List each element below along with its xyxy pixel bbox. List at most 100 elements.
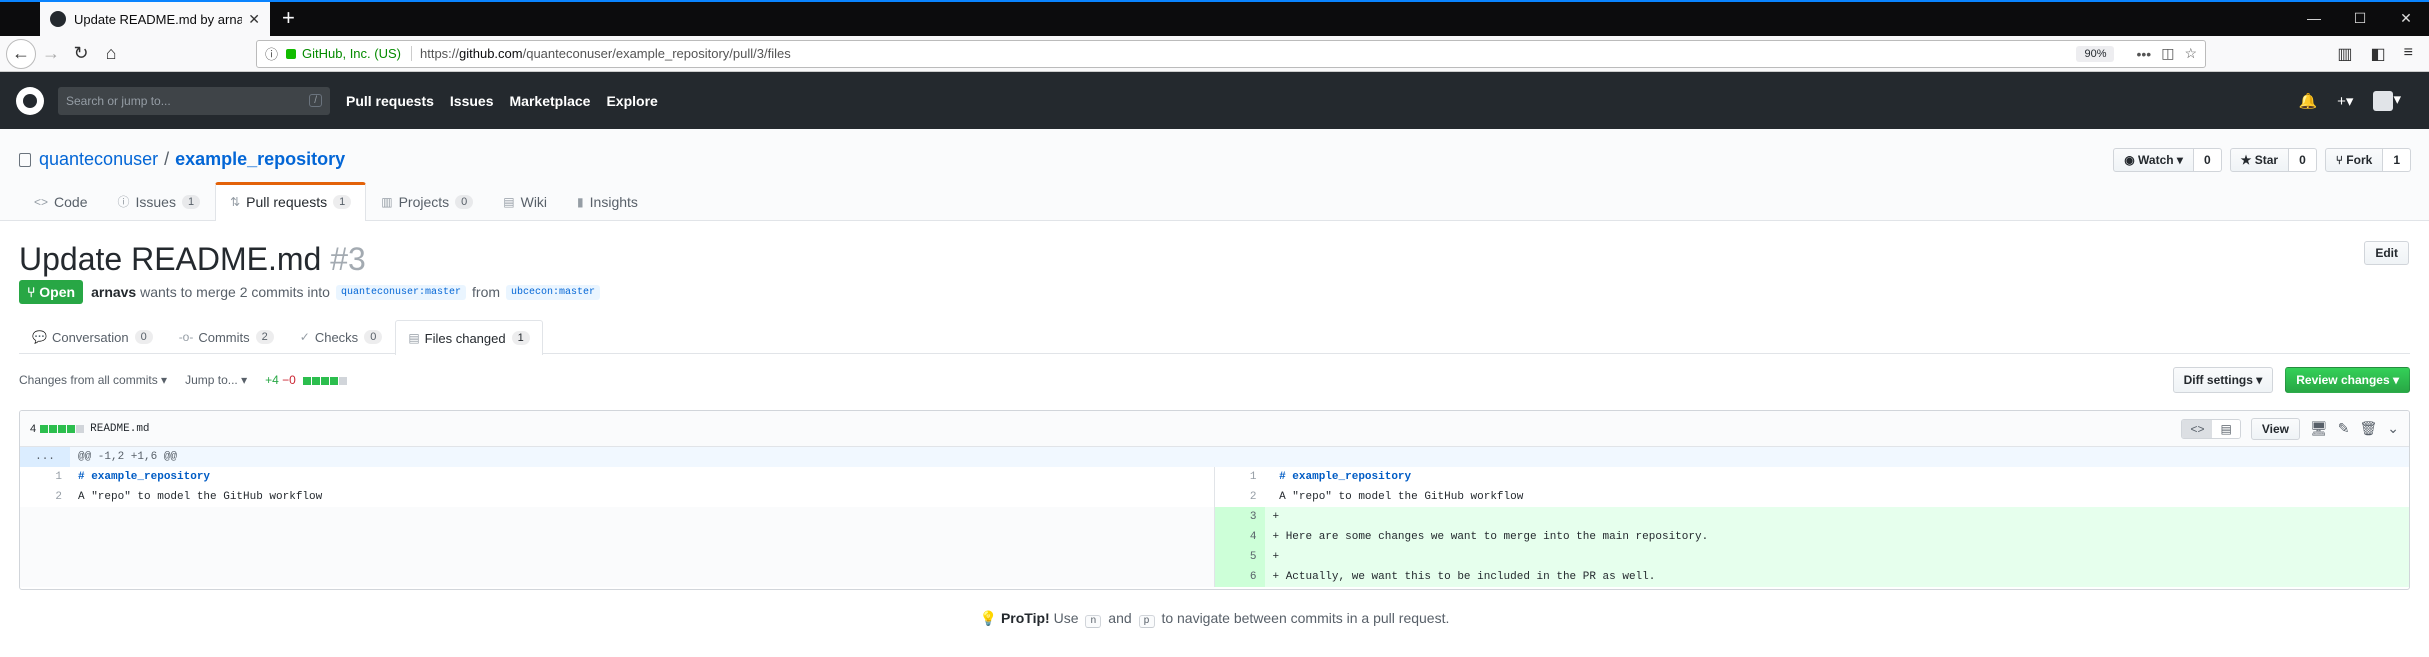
protip: 💡 ProTip! Use n and p to navigate betwee… — [0, 610, 2429, 628]
jump-to-dropdown[interactable]: Jump to... ▾ — [185, 373, 247, 387]
view-file-button[interactable]: View — [2250, 417, 2300, 440]
line-number[interactable]: 3 — [1214, 507, 1265, 527]
url-prefix: https:// — [419, 46, 460, 61]
added-line: + Actually, we want this to be included … — [1264, 567, 2409, 587]
home-icon[interactable]: ⌂ — [96, 39, 126, 69]
reload-icon[interactable]: ↻ — [66, 39, 96, 69]
rich-diff-icon[interactable]: ▤ — [2212, 419, 2240, 438]
pr-author[interactable]: arnavs — [91, 284, 136, 300]
browser-tab[interactable]: Update README.md by arnavs ✕ — [40, 2, 270, 36]
graph-icon: ▮ — [577, 194, 584, 209]
page-actions-icon[interactable]: ••• — [2136, 46, 2151, 62]
diff-settings-button[interactable]: Diff settings ▾ — [2172, 367, 2274, 393]
tab-pull-requests[interactable]: ⇅ Pull requests 1 — [215, 182, 367, 221]
create-new-plus-icon[interactable]: +▾ — [2337, 92, 2353, 110]
protip-and: and — [1108, 610, 1132, 626]
watch-button[interactable]: ◉ Watch ▾ — [2113, 148, 2194, 172]
library-icon[interactable]: ▥ — [2337, 44, 2352, 64]
fork-icon: ⑂ — [2335, 153, 2347, 167]
head-branch[interactable]: ubcecon:master — [506, 284, 601, 300]
tab-conversation-label: Conversation — [51, 329, 129, 345]
nav-pull-requests[interactable]: Pull requests — [346, 93, 434, 109]
protip-use: Use — [1053, 610, 1079, 626]
line-number[interactable]: 6 — [1214, 567, 1265, 587]
tab-projects[interactable]: ▥ Projects 0 — [366, 182, 488, 221]
commit-icon: -o- — [178, 330, 194, 344]
url-text[interactable]: https://github.com/quanteconuser/example… — [420, 46, 2076, 61]
diff-settings-label: Diff settings — [2183, 373, 2253, 387]
url-bar[interactable]: ⓘ GitHub, Inc. (US) https://github.com/q… — [256, 39, 2206, 68]
diff-toolbar: Changes from all commits ▾ Jump to... ▾ … — [19, 367, 2410, 393]
base-branch[interactable]: quanteconuser:master — [335, 284, 467, 300]
line-number[interactable]: 2 — [1215, 487, 1265, 507]
repo-book-icon — [19, 152, 31, 167]
view-toggle: <> ▤ — [2181, 418, 2241, 439]
tab-insights[interactable]: ▮ Insights — [562, 182, 653, 221]
protip-key-n: n — [1085, 615, 1102, 628]
source-diff-icon[interactable]: <> — [2182, 419, 2213, 438]
user-menu[interactable]: ▾ — [2373, 90, 2401, 111]
tab-wiki[interactable]: ▤ Wiki — [488, 182, 562, 221]
nav-marketplace[interactable]: Marketplace — [510, 93, 591, 109]
line-number[interactable]: 1 — [20, 467, 70, 487]
forward-icon[interactable]: → — [36, 39, 66, 69]
file-actions: <> ▤ View 🖥 ✎ 🗑 ⌄ — [2181, 417, 2399, 440]
tab-conversation[interactable]: 💬 Conversation 0 — [19, 320, 166, 353]
back-icon[interactable]: ← — [6, 38, 36, 69]
tab-commits[interactable]: -o- Commits 2 — [166, 320, 287, 353]
line-number[interactable]: 5 — [1214, 547, 1265, 567]
nav-issues[interactable]: Issues — [450, 93, 494, 109]
review-changes-button[interactable]: Review changes ▾ — [2285, 367, 2410, 393]
edit-button[interactable]: Edit — [2364, 241, 2409, 265]
trash-icon[interactable]: 🗑 — [2359, 420, 2377, 437]
header-right: 🔔 +▾ ▾ — [2298, 90, 2413, 111]
browser-tabstrip: Update README.md by arnavs ✕ + — ☐ ✕ — [0, 0, 2429, 36]
line-number[interactable]: 2 — [20, 487, 70, 507]
empty-cell — [20, 527, 70, 547]
hunk-row: ... @@ -1,2 +1,6 @@ — [20, 447, 2409, 467]
nav-explore[interactable]: Explore — [606, 93, 657, 109]
changes-from-dropdown[interactable]: Changes from all commits ▾ — [19, 373, 167, 387]
tab-files-changed[interactable]: ▤ Files changed 1 — [395, 320, 543, 355]
tab-issues[interactable]: ⓘ Issues 1 — [102, 182, 215, 221]
star-button[interactable]: ★ Star — [2229, 148, 2290, 172]
repo-owner-link[interactable]: quanteconuser — [39, 149, 158, 170]
file-name[interactable]: README.md — [90, 423, 149, 435]
pocket-icon[interactable]: ◫ — [2161, 45, 2174, 62]
maximize-icon[interactable]: ☐ — [2337, 0, 2383, 36]
diff-table: ... @@ -1,2 +1,6 @@ 1 # example_reposito… — [20, 447, 2409, 587]
fork-count[interactable]: 1 — [2383, 148, 2411, 172]
empty-cell — [20, 547, 70, 567]
line-number[interactable]: 4 — [1214, 527, 1265, 547]
tab-code[interactable]: <> Code — [19, 182, 102, 221]
fork-button[interactable]: ⑂ Fork — [2324, 148, 2384, 172]
close-icon[interactable]: ✕ — [248, 11, 260, 28]
added-line: + Here are some changes we want to merge… — [1264, 527, 2409, 547]
minimize-icon[interactable]: — — [2291, 0, 2337, 36]
star-count[interactable]: 0 — [2289, 148, 2317, 172]
site-identity[interactable]: GitHub, Inc. (US) — [302, 46, 412, 61]
jump-to-label: Jump to... — [185, 373, 238, 387]
new-tab-icon[interactable]: + — [270, 0, 307, 36]
desktop-icon[interactable]: 🖥 — [2310, 420, 2328, 437]
file-diff: 4 README.md <> ▤ View 🖥 ✎ 🗑 ⌄ ... @@ -1,… — [19, 410, 2410, 590]
tab-checks[interactable]: ✓ Checks 0 — [287, 320, 396, 353]
window-close-icon[interactable]: ✕ — [2383, 0, 2429, 36]
line-number[interactable]: 1 — [1215, 467, 1265, 487]
sidebar-icon[interactable]: ◧ — [2371, 44, 2386, 64]
github-header: Search or jump to... / Pull requests Iss… — [0, 72, 2429, 129]
zoom-level[interactable]: 90% — [2076, 45, 2115, 62]
watch-count[interactable]: 0 — [2193, 148, 2222, 172]
search-input[interactable]: Search or jump to... / — [58, 86, 330, 115]
tab-code-label: Code — [54, 193, 88, 210]
github-logo-icon[interactable] — [16, 86, 44, 115]
expand-hunk-button[interactable]: ... — [20, 447, 70, 467]
pencil-icon[interactable]: ✎ — [2338, 420, 2350, 437]
bookmark-star-icon[interactable]: ☆ — [2184, 45, 2197, 62]
menu-icon[interactable]: ≡ — [2404, 44, 2413, 64]
notifications-bell-icon[interactable]: 🔔 — [2298, 92, 2317, 110]
avatar — [2373, 90, 2394, 111]
info-icon[interactable]: ⓘ — [265, 44, 278, 63]
chevron-down-icon[interactable]: ⌄ — [2387, 420, 2399, 437]
repo-name-link[interactable]: example_repository — [175, 149, 345, 170]
